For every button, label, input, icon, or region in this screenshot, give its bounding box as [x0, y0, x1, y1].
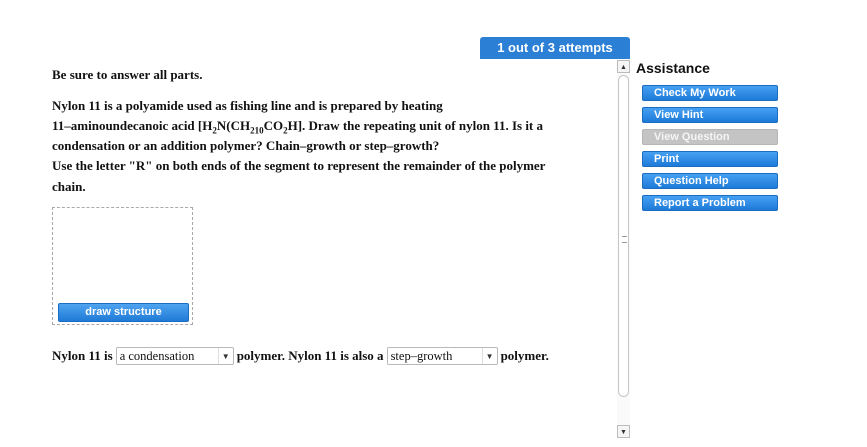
vertical-scrollbar[interactable]: ▲ ▼: [617, 60, 631, 438]
assistance-title: Assistance: [636, 60, 710, 76]
answer-text-3: polymer.: [500, 348, 549, 363]
scroll-up-arrow-icon[interactable]: ▲: [617, 60, 630, 73]
view-hint-button[interactable]: View Hint: [642, 107, 778, 123]
polymer-type-select[interactable]: a condensation ▼: [115, 347, 234, 365]
question-text: Nylon 11 is a polyamide used as fishing …: [52, 96, 612, 197]
growth-type-value: step–growth: [390, 348, 453, 363]
answer-text-2: polymer. Nylon 11 is also a: [236, 348, 384, 363]
question-line-4: Use the letter "R" on both ends of the s…: [52, 158, 546, 174]
view-question-button: View Question: [642, 129, 778, 145]
answer-row: Nylon 11 is a condensation ▼ polymer. Ny…: [52, 347, 549, 365]
instruction-text: Be sure to answer all parts.: [52, 67, 203, 82]
answer-text-1: Nylon 11 is: [52, 348, 113, 363]
question-line-2: 11–aminoundecanoic acid [H2N(CH210CO2H].…: [52, 118, 544, 136]
chevron-down-icon[interactable]: ▼: [481, 348, 497, 364]
polymer-type-value: a condensation: [119, 348, 195, 363]
print-button[interactable]: Print: [642, 151, 778, 167]
question-line-1: Nylon 11 is a polyamide used as fishing …: [52, 98, 443, 113]
question-line-5: chain.: [52, 178, 86, 194]
scroll-grip-icon: [622, 236, 627, 243]
structure-drawing-area[interactable]: draw structure: [52, 207, 193, 325]
scroll-thumb[interactable]: [618, 75, 629, 397]
question-line-3: condensation or an addition polymer? Cha…: [52, 138, 440, 154]
draw-structure-button[interactable]: draw structure: [58, 303, 189, 322]
scroll-down-arrow-icon[interactable]: ▼: [617, 425, 630, 438]
question-help-button[interactable]: Question Help: [642, 173, 778, 189]
chevron-down-icon[interactable]: ▼: [217, 348, 233, 364]
scroll-track[interactable]: [617, 73, 630, 425]
check-my-work-button[interactable]: Check My Work: [642, 85, 778, 101]
report-a-problem-button[interactable]: Report a Problem: [642, 195, 778, 211]
growth-type-select[interactable]: step–growth ▼: [386, 347, 498, 365]
attempts-badge: 1 out of 3 attempts: [480, 37, 630, 59]
